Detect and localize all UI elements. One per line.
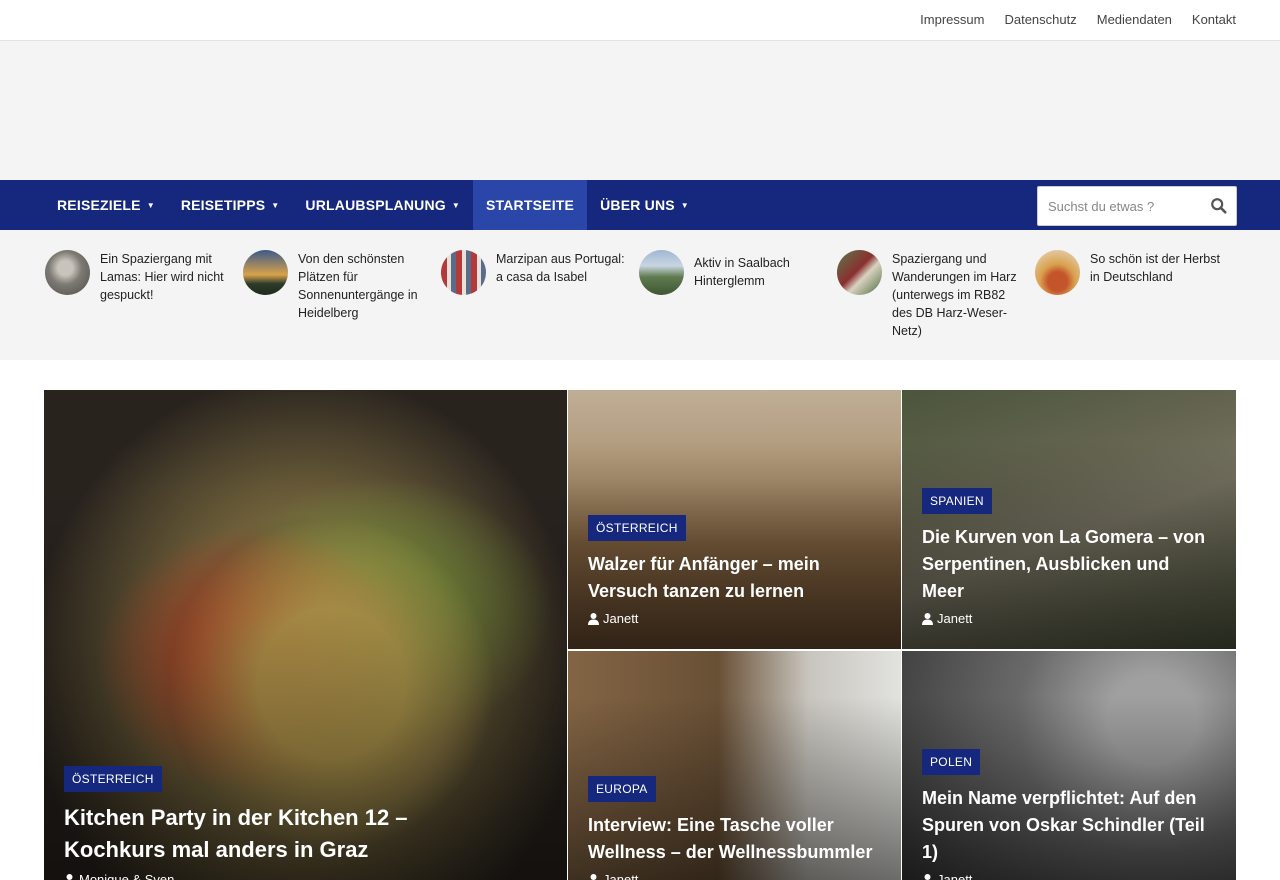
ticker-thumbnail <box>441 250 486 295</box>
category-badge[interactable]: SPANIEN <box>922 488 992 514</box>
user-icon <box>922 612 933 625</box>
ticker-title: Spaziergang und Wanderungen im Harz (unt… <box>892 252 1017 338</box>
post-title[interactable]: Kitchen Party in der Kitchen 12 – Kochku… <box>64 802 427 866</box>
featured-post[interactable]: EUROPA Interview: Eine Tasche voller Wel… <box>568 651 901 880</box>
top-links: Impressum Datenschutz Mediendaten Kontak… <box>920 12 1236 27</box>
post-author[interactable]: Janett <box>922 611 1216 626</box>
post-title[interactable]: Walzer für Anfänger – mein Versuch tanze… <box>588 551 881 605</box>
author-name: Janett <box>937 872 973 880</box>
header-banner-area <box>0 41 1280 180</box>
nav-item-label: REISEZIELE <box>57 197 141 213</box>
caret-down-icon: ▼ <box>451 200 460 210</box>
ticker-thumbnail <box>1035 250 1080 295</box>
search-box <box>1037 186 1237 226</box>
post-title[interactable]: Mein Name verpflichtet: Auf den Spuren v… <box>922 785 1216 866</box>
post-title[interactable]: Die Kurven von La Gomera – von Serpentin… <box>922 524 1216 605</box>
post-content: ÖSTERREICH Walzer für Anfänger – mein Ve… <box>588 515 881 626</box>
nav-item-label: STARTSEITE <box>486 197 575 213</box>
category-badge[interactable]: ÖSTERREICH <box>64 766 162 792</box>
caret-down-icon: ▼ <box>146 200 155 210</box>
category-badge[interactable]: POLEN <box>922 749 981 775</box>
post-content: ÖSTERREICH Kitchen Party in der Kitchen … <box>64 766 547 880</box>
search-input[interactable] <box>1038 187 1206 225</box>
category-badge[interactable]: EUROPA <box>588 776 656 802</box>
ticker-title: Aktiv in Saalbach Hinterglemm <box>694 256 790 288</box>
caret-down-icon: ▼ <box>680 200 689 210</box>
nav-item-urlaubsplanung[interactable]: URLAUBSPLANUNG ▼ <box>292 180 473 230</box>
featured-post[interactable]: ÖSTERREICH Walzer für Anfänger – mein Ve… <box>568 390 901 649</box>
post-content: SPANIEN Die Kurven von La Gomera – von S… <box>922 488 1216 626</box>
author-name: Janett <box>937 611 973 626</box>
category-badge[interactable]: ÖSTERREICH <box>588 515 686 541</box>
author-name: Janett <box>603 611 639 626</box>
ticker-item[interactable]: Von den schönsten Plätzen für Sonnenunte… <box>243 250 433 322</box>
post-content: POLEN Mein Name verpflichtet: Auf den Sp… <box>922 749 1216 880</box>
ticker-title: Von den schönsten Plätzen für Sonnenunte… <box>298 252 418 320</box>
nav-item-reiseziele[interactable]: REISEZIELE ▼ <box>44 180 168 230</box>
author-name: Monique & Sven <box>79 872 175 880</box>
ticker-title: Ein Spaziergang mit Lamas: Hier wird nic… <box>100 252 224 302</box>
ticker-item[interactable]: Aktiv in Saalbach Hinterglemm <box>639 250 829 295</box>
nav-item-ueber-uns[interactable]: ÜBER UNS ▼ <box>587 180 702 230</box>
datenschutz-link[interactable]: Datenschutz <box>1004 12 1076 27</box>
ticker-thumbnail <box>837 250 882 295</box>
post-author[interactable]: Janett <box>588 611 881 626</box>
mediendaten-link[interactable]: Mediendaten <box>1097 12 1172 27</box>
nav-menu: REISEZIELE ▼ REISETIPPS ▼ URLAUBSPLANUNG… <box>44 180 702 230</box>
ticker-title: Marzipan aus Portugal: a casa da Isabel <box>496 252 625 284</box>
kontakt-link[interactable]: Kontakt <box>1192 12 1236 27</box>
ticker-item[interactable]: Ein Spaziergang mit Lamas: Hier wird nic… <box>45 250 235 304</box>
ticker-item[interactable]: Spaziergang und Wanderungen im Harz (unt… <box>837 250 1027 340</box>
featured-post-large[interactable]: ÖSTERREICH Kitchen Party in der Kitchen … <box>44 390 567 880</box>
featured-post[interactable]: POLEN Mein Name verpflichtet: Auf den Sp… <box>902 651 1236 880</box>
post-author[interactable]: Monique & Sven <box>64 872 547 880</box>
post-author[interactable]: Janett <box>588 872 881 880</box>
nav-item-startseite[interactable]: STARTSEITE <box>473 180 588 230</box>
post-author[interactable]: Janett <box>922 872 1216 880</box>
ticker-thumbnail <box>243 250 288 295</box>
ticker-thumbnail <box>45 250 90 295</box>
ticker-item[interactable]: So schön ist der Herbst in Deutschland <box>1035 250 1225 295</box>
user-icon <box>590 873 597 880</box>
nav-item-label: URLAUBSPLANUNG <box>305 197 446 213</box>
user-icon <box>66 873 73 880</box>
caret-down-icon: ▼ <box>271 200 280 210</box>
user-icon <box>924 873 931 880</box>
nav-item-label: REISETIPPS <box>180 197 266 213</box>
featured-post[interactable]: SPANIEN Die Kurven von La Gomera – von S… <box>902 390 1236 649</box>
post-title[interactable]: Interview: Eine Tasche voller Wellness –… <box>588 812 881 866</box>
user-icon <box>588 612 599 625</box>
featured-posts-section: ÖSTERREICH Kitchen Party in der Kitchen … <box>0 360 1280 880</box>
post-content: EUROPA Interview: Eine Tasche voller Wel… <box>588 776 881 880</box>
top-utility-bar: Impressum Datenschutz Mediendaten Kontak… <box>0 0 1280 41</box>
search-icon[interactable] <box>1210 197 1228 215</box>
nav-item-label: ÜBER UNS <box>600 197 675 213</box>
ticker-thumbnail <box>639 250 684 295</box>
recent-posts-ticker: Ein Spaziergang mit Lamas: Hier wird nic… <box>0 230 1280 360</box>
ticker-title: So schön ist der Herbst in Deutschland <box>1090 252 1220 284</box>
impressum-link[interactable]: Impressum <box>920 12 984 27</box>
nav-item-reisetipps[interactable]: REISETIPPS ▼ <box>168 180 293 230</box>
author-name: Janett <box>603 872 639 880</box>
ticker-item[interactable]: Marzipan aus Portugal: a casa da Isabel <box>441 250 631 295</box>
